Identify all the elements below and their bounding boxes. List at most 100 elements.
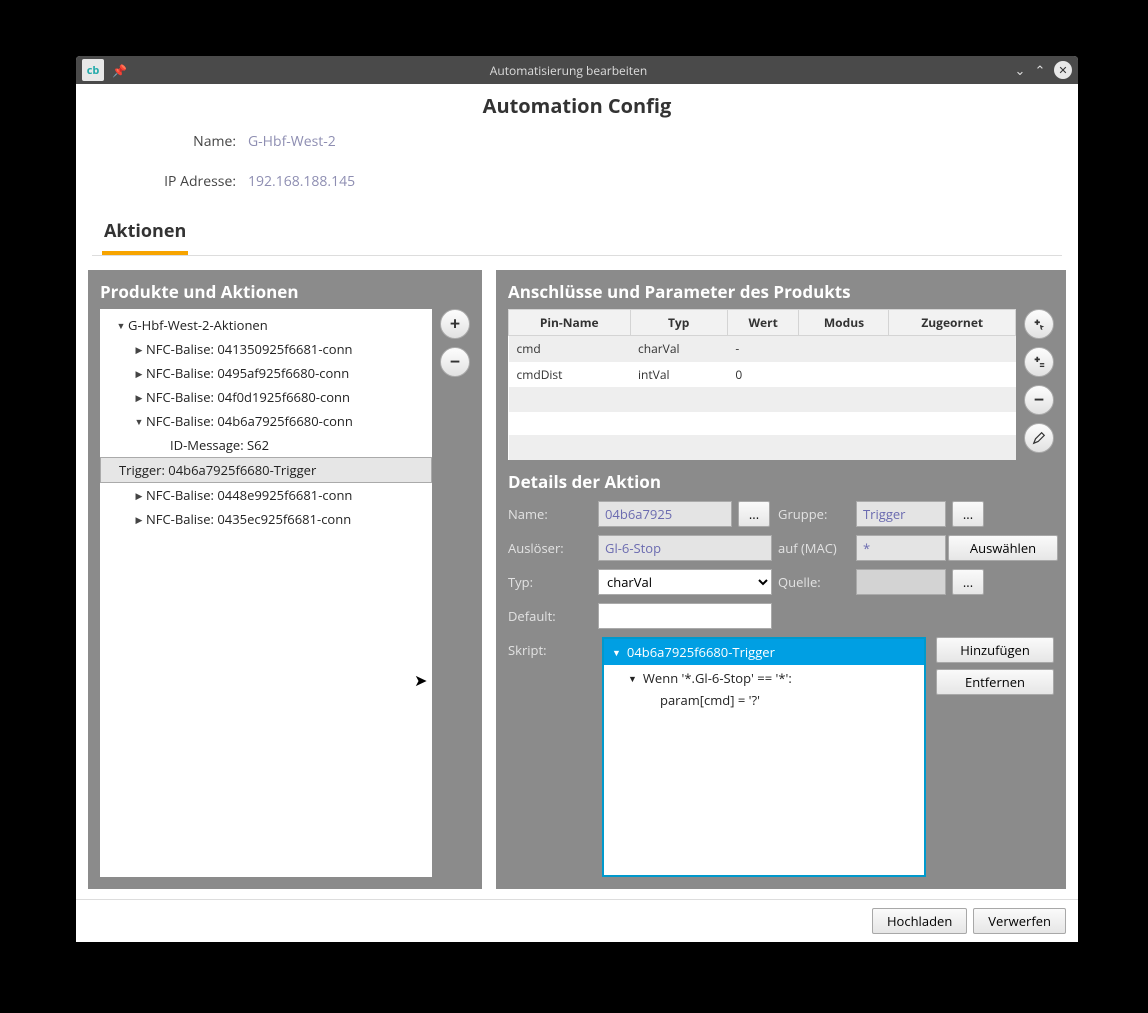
script-condition-label: Wenn '*.Gl-6-Stop' == '*': bbox=[643, 669, 792, 687]
tree-item-label: NFC-Balise: 04b6a7925f6680-conn bbox=[146, 412, 353, 430]
tree-item[interactable]: ▼NFC-Balise: 04b6a7925f6680-conn bbox=[100, 409, 432, 433]
row-ip: IP Adresse: 192.168.188.145 bbox=[92, 161, 1062, 201]
tree-item[interactable]: Trigger: 04b6a7925f6680-Trigger bbox=[100, 457, 432, 483]
content: Automation Config Name: G-Hbf-West-2 IP … bbox=[76, 84, 1078, 942]
window-title: Automatisierung bearbeiten bbox=[127, 62, 1010, 79]
cell-name: cmd bbox=[509, 336, 631, 362]
type-select[interactable]: charVal bbox=[598, 569, 772, 595]
script-editor[interactable]: ▼ 04b6a7925f6680-Trigger ▼ Wenn '*.Gl-6-… bbox=[602, 637, 926, 877]
lbl-script: Skript: bbox=[508, 637, 592, 877]
cell-name bbox=[509, 412, 631, 436]
cell-name bbox=[509, 436, 631, 460]
cell-value bbox=[727, 436, 799, 460]
tree-item[interactable]: ▶NFC-Balise: 041350925f6681-conn bbox=[100, 337, 432, 361]
row-name: Name: G-Hbf-West-2 bbox=[92, 121, 1062, 161]
table-row[interactable] bbox=[509, 388, 1016, 412]
footer: Hochladen Verwerfen bbox=[76, 899, 1078, 942]
add-pin-list-button[interactable] bbox=[1024, 347, 1054, 377]
chevron-down-icon: ▼ bbox=[612, 646, 621, 659]
column-header: Wert bbox=[727, 310, 799, 336]
cell-assigned bbox=[889, 388, 1016, 412]
script-condition[interactable]: ▼ Wenn '*.Gl-6-Stop' == '*': bbox=[604, 665, 924, 689]
chevron-down-icon: ▼ bbox=[628, 672, 637, 685]
titlebar: cb 📌 Automatisierung bearbeiten ⌄ ⌃ ✕ bbox=[76, 56, 1078, 84]
script-remove-button[interactable]: Entfernen bbox=[936, 669, 1054, 695]
cell-mode bbox=[799, 336, 889, 362]
lbl-trigger: Auslöser: bbox=[508, 539, 592, 557]
select-mac-button[interactable]: Auswählen bbox=[948, 535, 1058, 561]
products-sidebuttons: + − bbox=[440, 309, 470, 877]
table-row[interactable]: cmdcharVal- bbox=[509, 336, 1016, 362]
script-header[interactable]: ▼ 04b6a7925f6680-Trigger bbox=[604, 639, 924, 665]
chevron-icon: ▶ bbox=[132, 391, 146, 404]
chevron-icon: ▶ bbox=[132, 367, 146, 380]
pin-table-wrap: Pin-NameTypWertModusZugeornet cmdcharVal… bbox=[508, 309, 1054, 460]
source-input bbox=[856, 569, 946, 595]
script-add-button[interactable]: Hinzufügen bbox=[936, 637, 1054, 663]
cell-mode bbox=[799, 412, 889, 436]
tab-aktionen[interactable]: Aktionen bbox=[102, 209, 188, 255]
chevron-icon: ▼ bbox=[114, 319, 128, 332]
cell-value: 0 bbox=[727, 362, 799, 388]
lbl-group: Gruppe: bbox=[778, 505, 850, 523]
remove-pin-button[interactable]: − bbox=[1024, 385, 1054, 415]
tree-item[interactable]: ID-Message: S62 bbox=[100, 433, 432, 457]
group-ellipsis-button[interactable]: ... bbox=[952, 501, 984, 527]
lbl-default: Default: bbox=[508, 607, 592, 625]
cell-assigned bbox=[889, 362, 1016, 388]
pin-icon[interactable]: 📌 bbox=[112, 62, 127, 79]
ip-value: 192.168.188.145 bbox=[248, 172, 355, 191]
column-header: Zugeornet bbox=[889, 310, 1016, 336]
pin-sidebuttons: − bbox=[1024, 309, 1054, 460]
upload-button[interactable]: Hochladen bbox=[872, 908, 967, 934]
table-row[interactable] bbox=[509, 412, 1016, 436]
tree-item[interactable]: ▶NFC-Balise: 04f0d1925f6680-conn bbox=[100, 385, 432, 409]
edit-pin-button[interactable] bbox=[1024, 423, 1054, 453]
cell-type: charVal bbox=[630, 336, 727, 362]
table-row[interactable] bbox=[509, 436, 1016, 460]
script-body[interactable]: param[cmd] = '?' bbox=[604, 689, 924, 711]
maximize-icon[interactable]: ⌃ bbox=[1030, 61, 1050, 79]
lbl-source: Quelle: bbox=[778, 573, 850, 591]
group-input[interactable] bbox=[856, 501, 946, 527]
panel-details: Anschlüsse und Parameter des Produkts Pi… bbox=[496, 270, 1066, 889]
tree-item[interactable]: ▶NFC-Balise: 0495af925f6680-conn bbox=[100, 361, 432, 385]
plus-list-icon bbox=[1032, 355, 1046, 369]
app-icon: cb bbox=[82, 59, 104, 81]
cell-value bbox=[727, 388, 799, 412]
add-product-button[interactable]: + bbox=[440, 309, 470, 339]
add-pin-cursor-button[interactable] bbox=[1024, 309, 1054, 339]
products-tree[interactable]: ▼G-Hbf-West-2-Aktionen▶NFC-Balise: 04135… bbox=[100, 309, 432, 877]
name-value: G-Hbf-West-2 bbox=[248, 132, 336, 151]
lbl-name: Name: bbox=[508, 505, 592, 523]
remove-product-button[interactable]: − bbox=[440, 347, 470, 377]
header: Automation Config Name: G-Hbf-West-2 IP … bbox=[76, 84, 1078, 256]
tree-item[interactable]: ▼G-Hbf-West-2-Aktionen bbox=[100, 313, 432, 337]
close-icon[interactable]: ✕ bbox=[1054, 61, 1072, 79]
script-buttons: Hinzufügen Entfernen bbox=[936, 637, 1054, 877]
mac-input[interactable] bbox=[856, 535, 946, 561]
chevron-icon: ▶ bbox=[132, 489, 146, 502]
pin-table[interactable]: Pin-NameTypWertModusZugeornet cmdcharVal… bbox=[508, 309, 1016, 460]
discard-button[interactable]: Verwerfen bbox=[973, 908, 1066, 934]
script-header-label: 04b6a7925f6680-Trigger bbox=[627, 643, 775, 661]
minimize-icon[interactable]: ⌄ bbox=[1010, 61, 1030, 79]
chevron-icon: ▼ bbox=[132, 415, 146, 428]
trigger-input[interactable] bbox=[598, 535, 772, 561]
lbl-mac: auf (MAC) bbox=[778, 539, 850, 557]
name-ellipsis-button[interactable]: ... bbox=[738, 501, 770, 527]
cell-assigned bbox=[889, 336, 1016, 362]
cell-value bbox=[727, 412, 799, 436]
tree-item-label: NFC-Balise: 0435ec925f6681-conn bbox=[146, 510, 351, 528]
source-ellipsis-button[interactable]: ... bbox=[952, 569, 984, 595]
column-header: Pin-Name bbox=[509, 310, 631, 336]
name-input[interactable] bbox=[598, 501, 732, 527]
default-input[interactable] bbox=[598, 603, 772, 629]
tree-item-label: Trigger: 04b6a7925f6680-Trigger bbox=[119, 461, 316, 479]
lbl-type: Typ: bbox=[508, 573, 592, 591]
tree-item[interactable]: ▶NFC-Balise: 0448e9925f6681-conn bbox=[100, 483, 432, 507]
tree-item-label: NFC-Balise: 04f0d1925f6680-conn bbox=[146, 388, 350, 406]
tree-item[interactable]: ▶NFC-Balise: 0435ec925f6681-conn bbox=[100, 507, 432, 531]
table-row[interactable]: cmdDistintVal0 bbox=[509, 362, 1016, 388]
cell-type bbox=[630, 412, 727, 436]
